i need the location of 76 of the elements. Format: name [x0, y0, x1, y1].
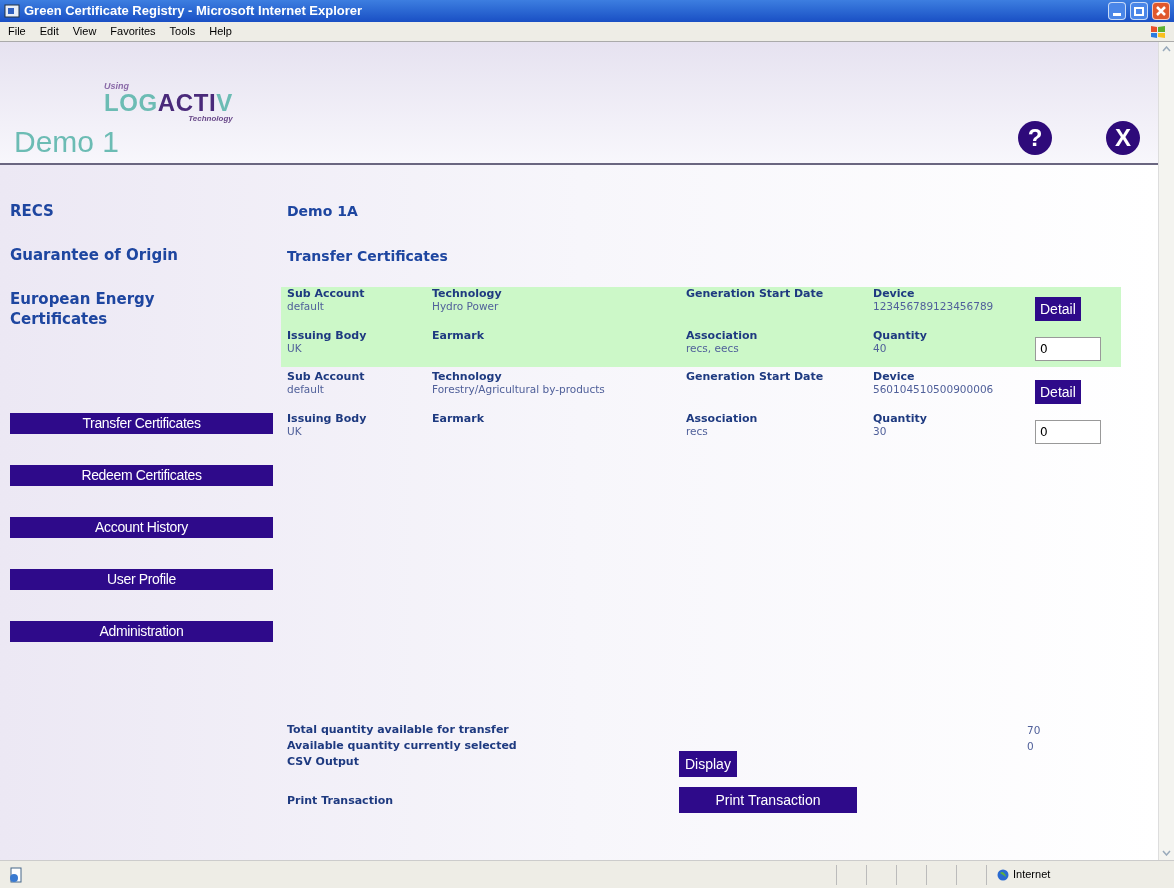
field-value: default — [287, 383, 324, 396]
page-icon — [8, 866, 24, 883]
quantity-field[interactable]: 0 — [1035, 420, 1101, 444]
sidebar-link[interactable]: European Energy Certificates — [10, 289, 250, 329]
total-value: 0 — [1027, 739, 1034, 754]
menu-item[interactable]: File — [8, 23, 26, 40]
sidebar-button[interactable]: Redeem Certificates — [10, 465, 273, 486]
print-transaction-label: Print Transaction — [287, 793, 395, 809]
minimize-button[interactable] — [1108, 2, 1126, 20]
menu-item[interactable]: Favorites — [110, 23, 156, 40]
account-name: Demo 1A — [286, 202, 359, 221]
print-transaction-button[interactable]: Print Transaction — [679, 787, 857, 813]
browser-icon — [4, 3, 20, 19]
sidebar-button[interactable]: Transfer Certificates — [10, 413, 273, 434]
field-label: Device — [873, 370, 915, 383]
scroll-up-icon — [1162, 46, 1171, 52]
close-icon — [1156, 6, 1166, 16]
field-label: Technology — [432, 287, 502, 300]
field-value: 560104510500900006 — [873, 383, 994, 396]
detail-button[interactable]: Detail — [1035, 297, 1081, 321]
close-window-button[interactable] — [1152, 2, 1170, 20]
sidebar-button[interactable]: Account History — [10, 517, 273, 538]
menu-item[interactable]: Edit — [39, 23, 59, 40]
minimize-icon — [1113, 13, 1121, 16]
certificate-record[interactable]: Sub Account default Technology Forestry/Agricultural by-products Generation Start Date Device 560104510500900006 Detail Issuing Body UK Earmark Association recs Quantity 30 0 — [281, 370, 1121, 450]
maximize-icon — [1134, 6, 1144, 16]
field-label: Issuing Body — [287, 329, 367, 342]
maximize-button[interactable] — [1130, 2, 1148, 20]
menu-item[interactable]: Help — [209, 23, 232, 40]
page-title: Demo 1 — [14, 127, 121, 157]
quantity-field[interactable]: 0 — [1035, 337, 1101, 361]
sidebar-button[interactable]: Administration — [10, 621, 273, 642]
field-value: recs — [686, 425, 708, 438]
field-label: Quantity — [873, 329, 927, 342]
total-value: 70 — [1027, 723, 1041, 738]
field-value: UK — [287, 425, 302, 438]
field-value: Forestry/Agricultural by-products — [432, 383, 605, 396]
field-label: Sub Account — [287, 287, 365, 300]
field-value: Hydro Power — [432, 300, 499, 313]
field-label: Issuing Body — [287, 412, 367, 425]
menu-item[interactable]: Tools — [169, 23, 196, 40]
section-heading: Transfer Certificates — [286, 247, 449, 266]
sidebar-link[interactable]: RECS — [10, 201, 250, 221]
detail-button[interactable]: Detail — [1035, 380, 1081, 404]
field-label: Sub Account — [287, 370, 365, 383]
help-button[interactable]: ? — [1018, 121, 1052, 155]
field-value: UK — [287, 342, 302, 355]
field-label: Technology — [432, 370, 502, 383]
field-label: Device — [873, 287, 915, 300]
field-value: 30 — [873, 425, 887, 438]
field-value: default — [287, 300, 324, 313]
globe-icon — [997, 868, 1009, 881]
field-value: recs, eecs — [686, 342, 739, 355]
csv-output-label: CSV Output — [287, 754, 360, 770]
field-label: Earmark — [432, 329, 484, 342]
field-label: Generation Start Date — [686, 287, 824, 300]
security-zone: Internet — [1013, 867, 1051, 883]
scroll-down-icon — [1162, 850, 1171, 856]
field-value: 40 — [873, 342, 887, 355]
display-button[interactable]: Display — [679, 751, 737, 777]
field-label: Generation Start Date — [686, 370, 824, 383]
field-label: Earmark — [432, 412, 484, 425]
total-label: Available quantity currently selected — [287, 738, 518, 754]
logo: Using LOGACTIV Technology — [104, 82, 233, 123]
window-title: Green Certificate Registry - Microsoft Internet Explorer — [24, 2, 364, 21]
field-label: Quantity — [873, 412, 927, 425]
sidebar-button[interactable]: User Profile — [10, 569, 273, 590]
windows-logo-icon — [1150, 23, 1166, 40]
menu-item[interactable]: View — [72, 23, 97, 40]
field-label: Association — [686, 329, 758, 342]
total-label: Total quantity available for transfer — [287, 722, 510, 738]
field-label: Association — [686, 412, 758, 425]
close-button[interactable]: X — [1106, 121, 1140, 155]
certificate-record[interactable]: Sub Account default Technology Hydro Power Generation Start Date Device 123456789123456789 Detail Issuing Body UK Earmark Association recs, eecs Quantity 40 0 — [281, 287, 1121, 367]
sidebar-link[interactable]: Guarantee of Origin — [10, 245, 250, 265]
field-value: 123456789123456789 — [873, 300, 994, 313]
